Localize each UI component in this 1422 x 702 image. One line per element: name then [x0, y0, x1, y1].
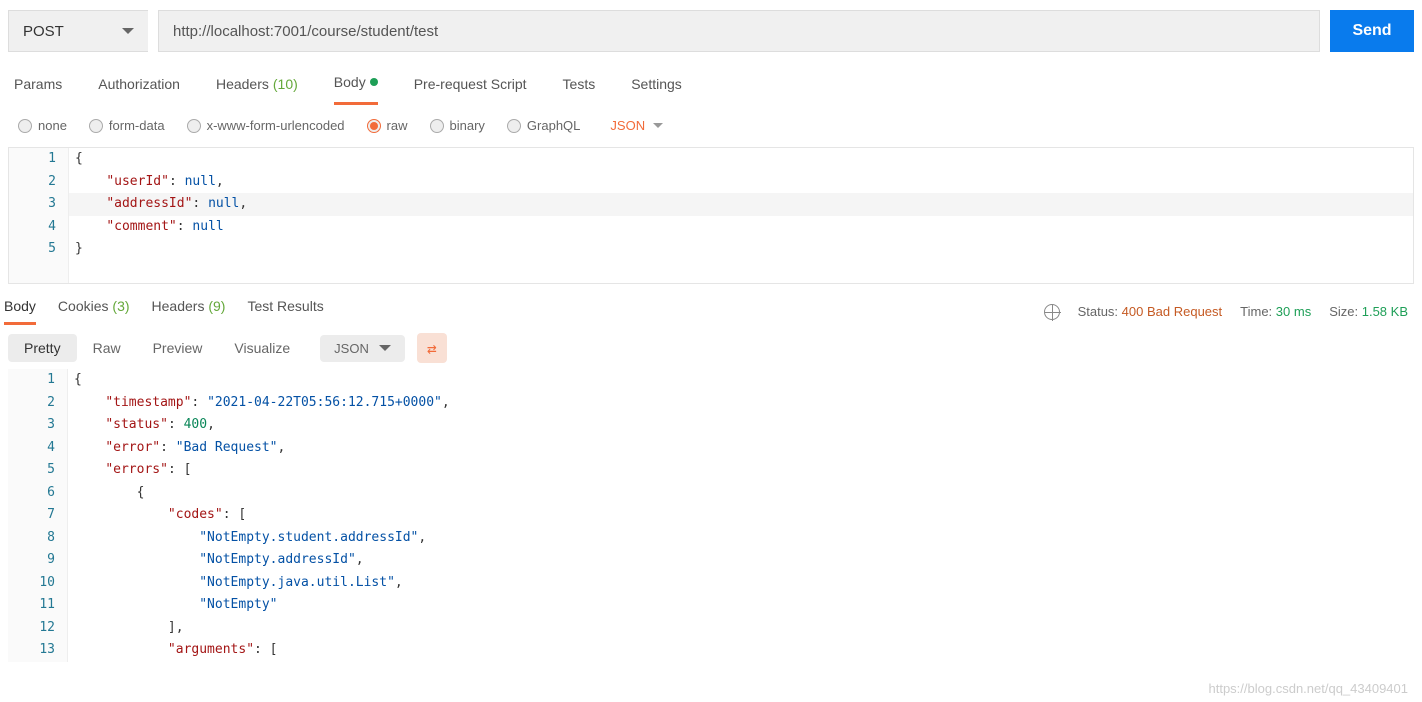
response-tabs: Body Cookies (3) Headers (9) Test Result… — [4, 298, 324, 325]
chevron-down-icon — [379, 345, 391, 351]
status-value: 400 Bad Request — [1122, 304, 1222, 319]
tab-pre-request-script[interactable]: Pre-request Script — [414, 74, 527, 105]
globe-icon[interactable] — [1044, 304, 1060, 320]
response-meta: Status: 400 Bad Request Time: 30 ms Size… — [1044, 304, 1408, 320]
tab-headers[interactable]: Headers (10) — [216, 74, 298, 105]
tab-settings[interactable]: Settings — [631, 74, 682, 105]
tab-tests[interactable]: Tests — [563, 74, 596, 105]
view-pretty[interactable]: Pretty — [8, 334, 77, 362]
resp-tab-test-results[interactable]: Test Results — [247, 298, 323, 325]
watermark-text: https://blog.csdn.net/qq_43409401 — [1209, 681, 1409, 696]
line-wrap-icon[interactable]: ⇄ — [417, 333, 447, 363]
body-opt-form-data[interactable]: form-data — [89, 118, 165, 133]
tab-body[interactable]: Body — [334, 74, 378, 105]
view-visualize[interactable]: Visualize — [218, 334, 306, 362]
time-value: 30 ms — [1276, 304, 1311, 319]
view-preview[interactable]: Preview — [137, 334, 219, 362]
request-body-editor[interactable]: 1{ 2 "userId": null, 3 "addressId": null… — [8, 147, 1414, 284]
url-value: http://localhost:7001/course/student/tes… — [173, 23, 438, 40]
http-method-select[interactable]: POST — [8, 10, 148, 52]
response-view-selectors: Pretty Raw Preview Visualize JSON ⇄ — [0, 325, 1422, 367]
chevron-down-icon — [653, 123, 663, 128]
send-button[interactable]: Send — [1330, 10, 1414, 52]
url-input[interactable]: http://localhost:7001/course/student/tes… — [158, 10, 1320, 52]
resp-tab-headers[interactable]: Headers (9) — [152, 298, 226, 325]
modified-dot-icon — [370, 78, 378, 86]
body-type-options: none form-data x-www-form-urlencoded raw… — [0, 106, 1422, 145]
body-opt-raw[interactable]: raw — [367, 118, 408, 133]
http-method-label: POST — [23, 23, 64, 40]
resp-tab-body[interactable]: Body — [4, 298, 36, 325]
body-opt-urlencoded[interactable]: x-www-form-urlencoded — [187, 118, 345, 133]
body-opt-binary[interactable]: binary — [430, 118, 485, 133]
response-language-select[interactable]: JSON — [320, 335, 405, 362]
tab-params[interactable]: Params — [14, 74, 62, 105]
body-language-select[interactable]: JSON — [610, 118, 663, 133]
tab-authorization[interactable]: Authorization — [98, 74, 180, 105]
body-opt-graphql[interactable]: GraphQL — [507, 118, 580, 133]
chevron-down-icon — [122, 28, 134, 34]
view-raw[interactable]: Raw — [77, 334, 137, 362]
resp-tab-cookies[interactable]: Cookies (3) — [58, 298, 130, 325]
request-tabs: Params Authorization Headers (10) Body P… — [0, 62, 1422, 106]
size-value: 1.58 KB — [1362, 304, 1408, 319]
response-body-viewer[interactable]: 1{ 2 "timestamp": "2021-04-22T05:56:12.7… — [8, 369, 1414, 662]
body-opt-none[interactable]: none — [18, 118, 67, 133]
